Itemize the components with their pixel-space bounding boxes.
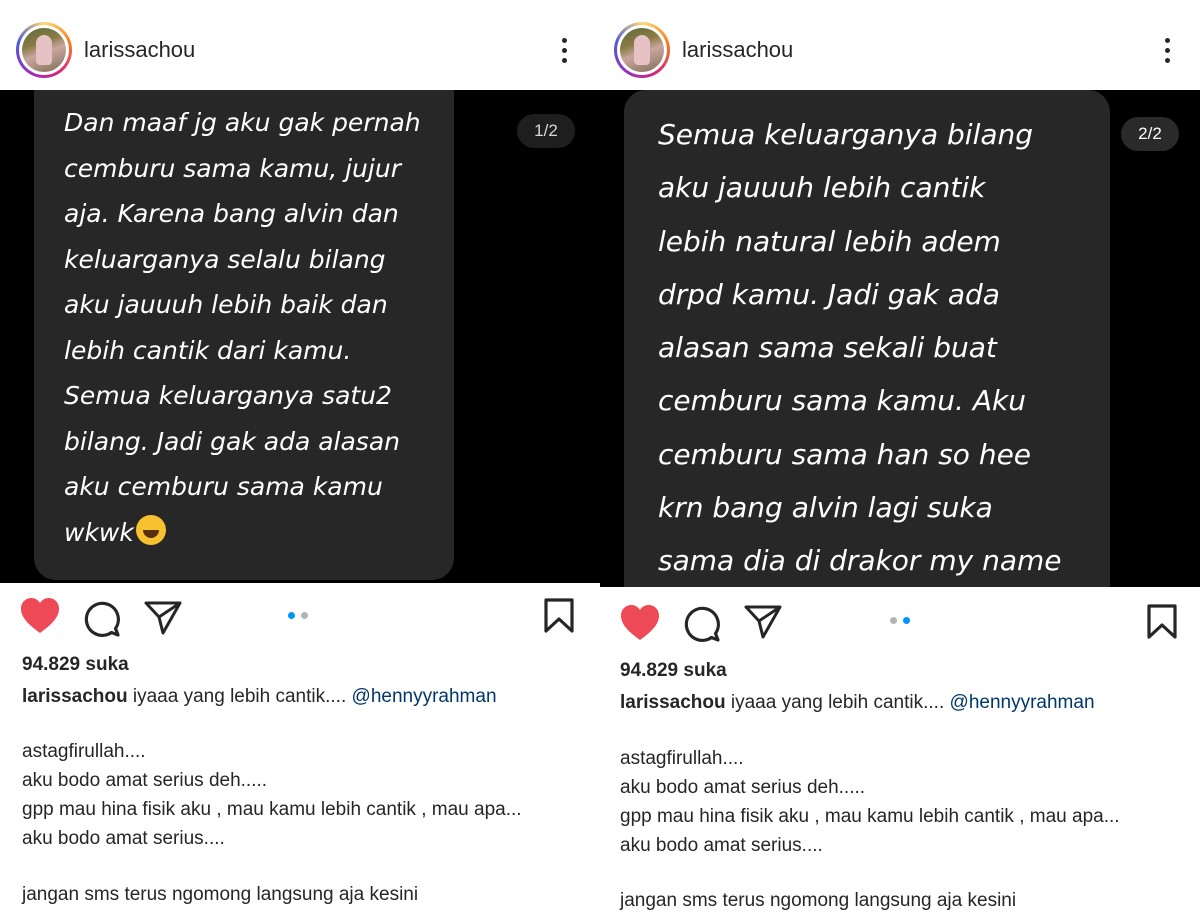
heart-icon[interactable]	[620, 604, 660, 642]
heart-icon[interactable]	[20, 597, 60, 635]
post-media[interactable]: Dan maaf jg aku gak pernah cemburu sama …	[0, 90, 600, 583]
caption-body-line: astagfirullah....	[620, 748, 744, 769]
chat-bubble: Semua keluarganya bilang aku jauuuh lebi…	[624, 90, 1110, 587]
caption-mention[interactable]: @hennyyrahman	[950, 692, 1095, 713]
sweat-smile-emoji	[135, 514, 166, 545]
carousel-dot-2	[903, 617, 910, 624]
post-panel-2: larissachou Semua keluarganya bilang aku…	[600, 0, 1200, 916]
action-bar	[0, 588, 600, 648]
caption: larissachou iyaaa yang lebih cantik.... …	[22, 686, 497, 708]
post-media[interactable]: Semua keluarganya bilang aku jauuuh lebi…	[600, 90, 1200, 587]
carousel-dot-1	[288, 612, 295, 619]
likes-count[interactable]: 94.829 suka	[22, 654, 129, 676]
header-username[interactable]: larissachou	[682, 38, 793, 62]
media-counter: 1/2	[517, 114, 575, 148]
chat-message-text: Semua keluarganya bilang aku jauuuh lebi…	[658, 118, 1062, 578]
comment-icon[interactable]	[83, 600, 121, 638]
action-bar	[600, 592, 1200, 652]
likes-count[interactable]: 94.829 suka	[620, 660, 727, 682]
chat-bubble: Dan maaf jg aku gak pernah cemburu sama …	[34, 90, 454, 580]
bookmark-icon[interactable]	[1147, 604, 1177, 640]
comment-icon[interactable]	[683, 605, 721, 643]
caption-body-line: aku bodo amat serius....	[620, 835, 823, 856]
media-counter: 2/2	[1121, 117, 1179, 151]
caption-body-line: aku bodo amat serius deh.....	[22, 770, 268, 791]
chat-message-text: Dan maaf jg aku gak pernah cemburu sama …	[64, 108, 421, 547]
caption-text: iyaaa yang lebih cantik....	[132, 686, 347, 707]
caption-body-line: gpp mau hina fisik aku , mau kamu lebih …	[22, 799, 522, 820]
caption-body-line: gpp mau hina fisik aku , mau kamu lebih …	[620, 806, 1120, 827]
post-panel-1: larissachou Dan maaf jg aku gak pernah c…	[0, 0, 600, 916]
post-header: larissachou	[0, 0, 600, 90]
caption-username[interactable]: larissachou	[22, 686, 128, 707]
avatar[interactable]	[16, 22, 72, 78]
caption-body-line: aku bodo amat serius deh.....	[620, 777, 866, 798]
more-options-icon[interactable]	[557, 38, 573, 64]
paper-plane-icon[interactable]	[144, 600, 182, 636]
caption-text: iyaaa yang lebih cantik....	[730, 692, 945, 713]
more-options-icon[interactable]	[1160, 38, 1176, 64]
avatar[interactable]	[614, 22, 670, 78]
header-username[interactable]: larissachou	[84, 38, 195, 62]
paper-plane-icon[interactable]	[744, 604, 782, 640]
caption: larissachou iyaaa yang lebih cantik.... …	[620, 692, 1095, 714]
carousel-dot-2	[301, 612, 308, 619]
post-header: larissachou	[600, 0, 1200, 90]
caption-body-line: astagfirullah....	[22, 741, 146, 762]
carousel-dot-1	[890, 617, 897, 624]
caption-username[interactable]: larissachou	[620, 692, 726, 713]
bookmark-icon[interactable]	[544, 598, 574, 634]
caption-mention[interactable]: @hennyyrahman	[352, 686, 497, 707]
caption-body-line: aku bodo amat serius....	[22, 828, 225, 849]
caption-body-line: jangan sms terus ngomong langsung aja ke…	[620, 890, 1017, 911]
caption-body-line: jangan sms terus ngomong langsung aja ke…	[22, 884, 419, 905]
